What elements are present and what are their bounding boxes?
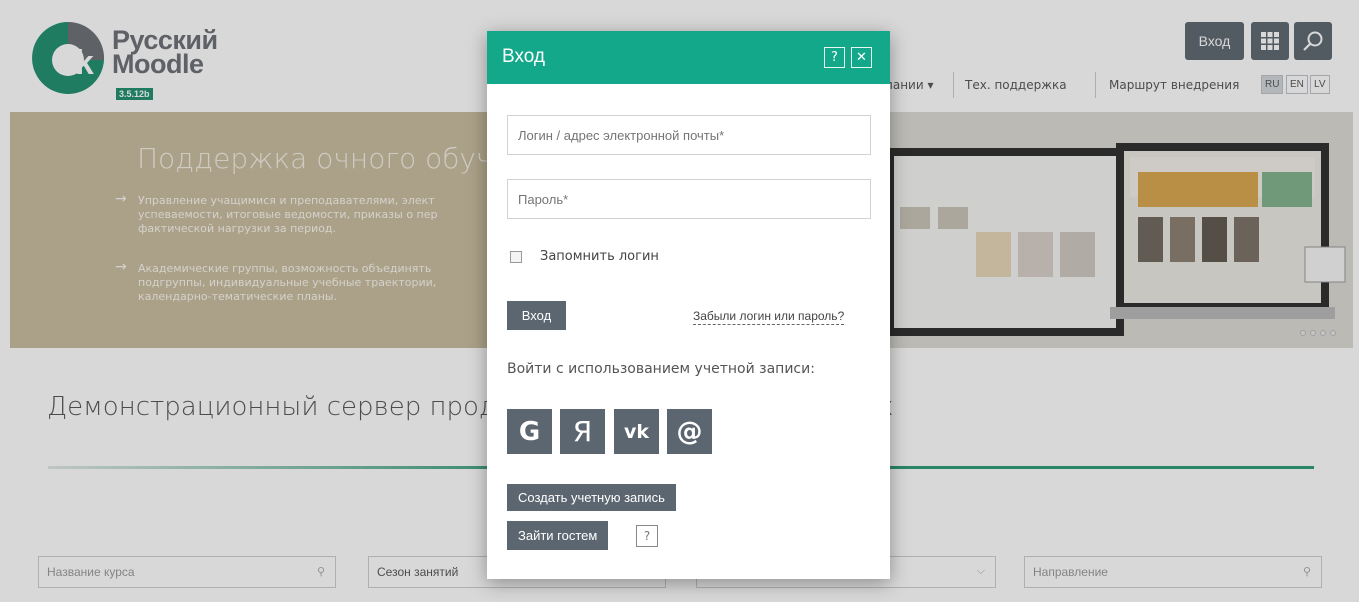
vk-login-button[interactable]: vk [614,409,659,454]
mail-icon: @ [676,416,703,447]
google-icon: G [518,416,541,447]
password-input[interactable] [507,179,871,219]
login-button[interactable]: Вход [507,301,566,330]
login-modal: Вход ? ✕ Запомнить логин Вход Забыли лог… [487,31,890,579]
remember-label: Запомнить логин [540,249,659,264]
modal-header: Вход ? ✕ [487,31,890,84]
remember-checkbox[interactable] [510,250,522,263]
create-account-button[interactable]: Создать учетную запись [507,484,676,511]
guest-login-button[interactable]: Зайти гостем [507,521,609,550]
guest-help-icon[interactable]: ? [636,525,658,547]
remember-login[interactable]: Запомнить логин [510,249,659,264]
yandex-login-button[interactable]: Я [560,409,605,454]
social-login-label: Войти с использованием учетной записи: [507,361,815,377]
google-login-button[interactable]: G [507,409,552,454]
help-icon[interactable]: ? [824,47,845,68]
vk-icon: vk [623,420,650,443]
modal-title: Вход [502,46,545,67]
login-input[interactable] [507,115,871,155]
forgot-password-link[interactable]: Забыли логин или пароль? [693,309,845,325]
mail-login-button[interactable]: @ [667,409,712,454]
close-icon[interactable]: ✕ [851,47,872,68]
yandex-icon: Я [572,415,593,448]
